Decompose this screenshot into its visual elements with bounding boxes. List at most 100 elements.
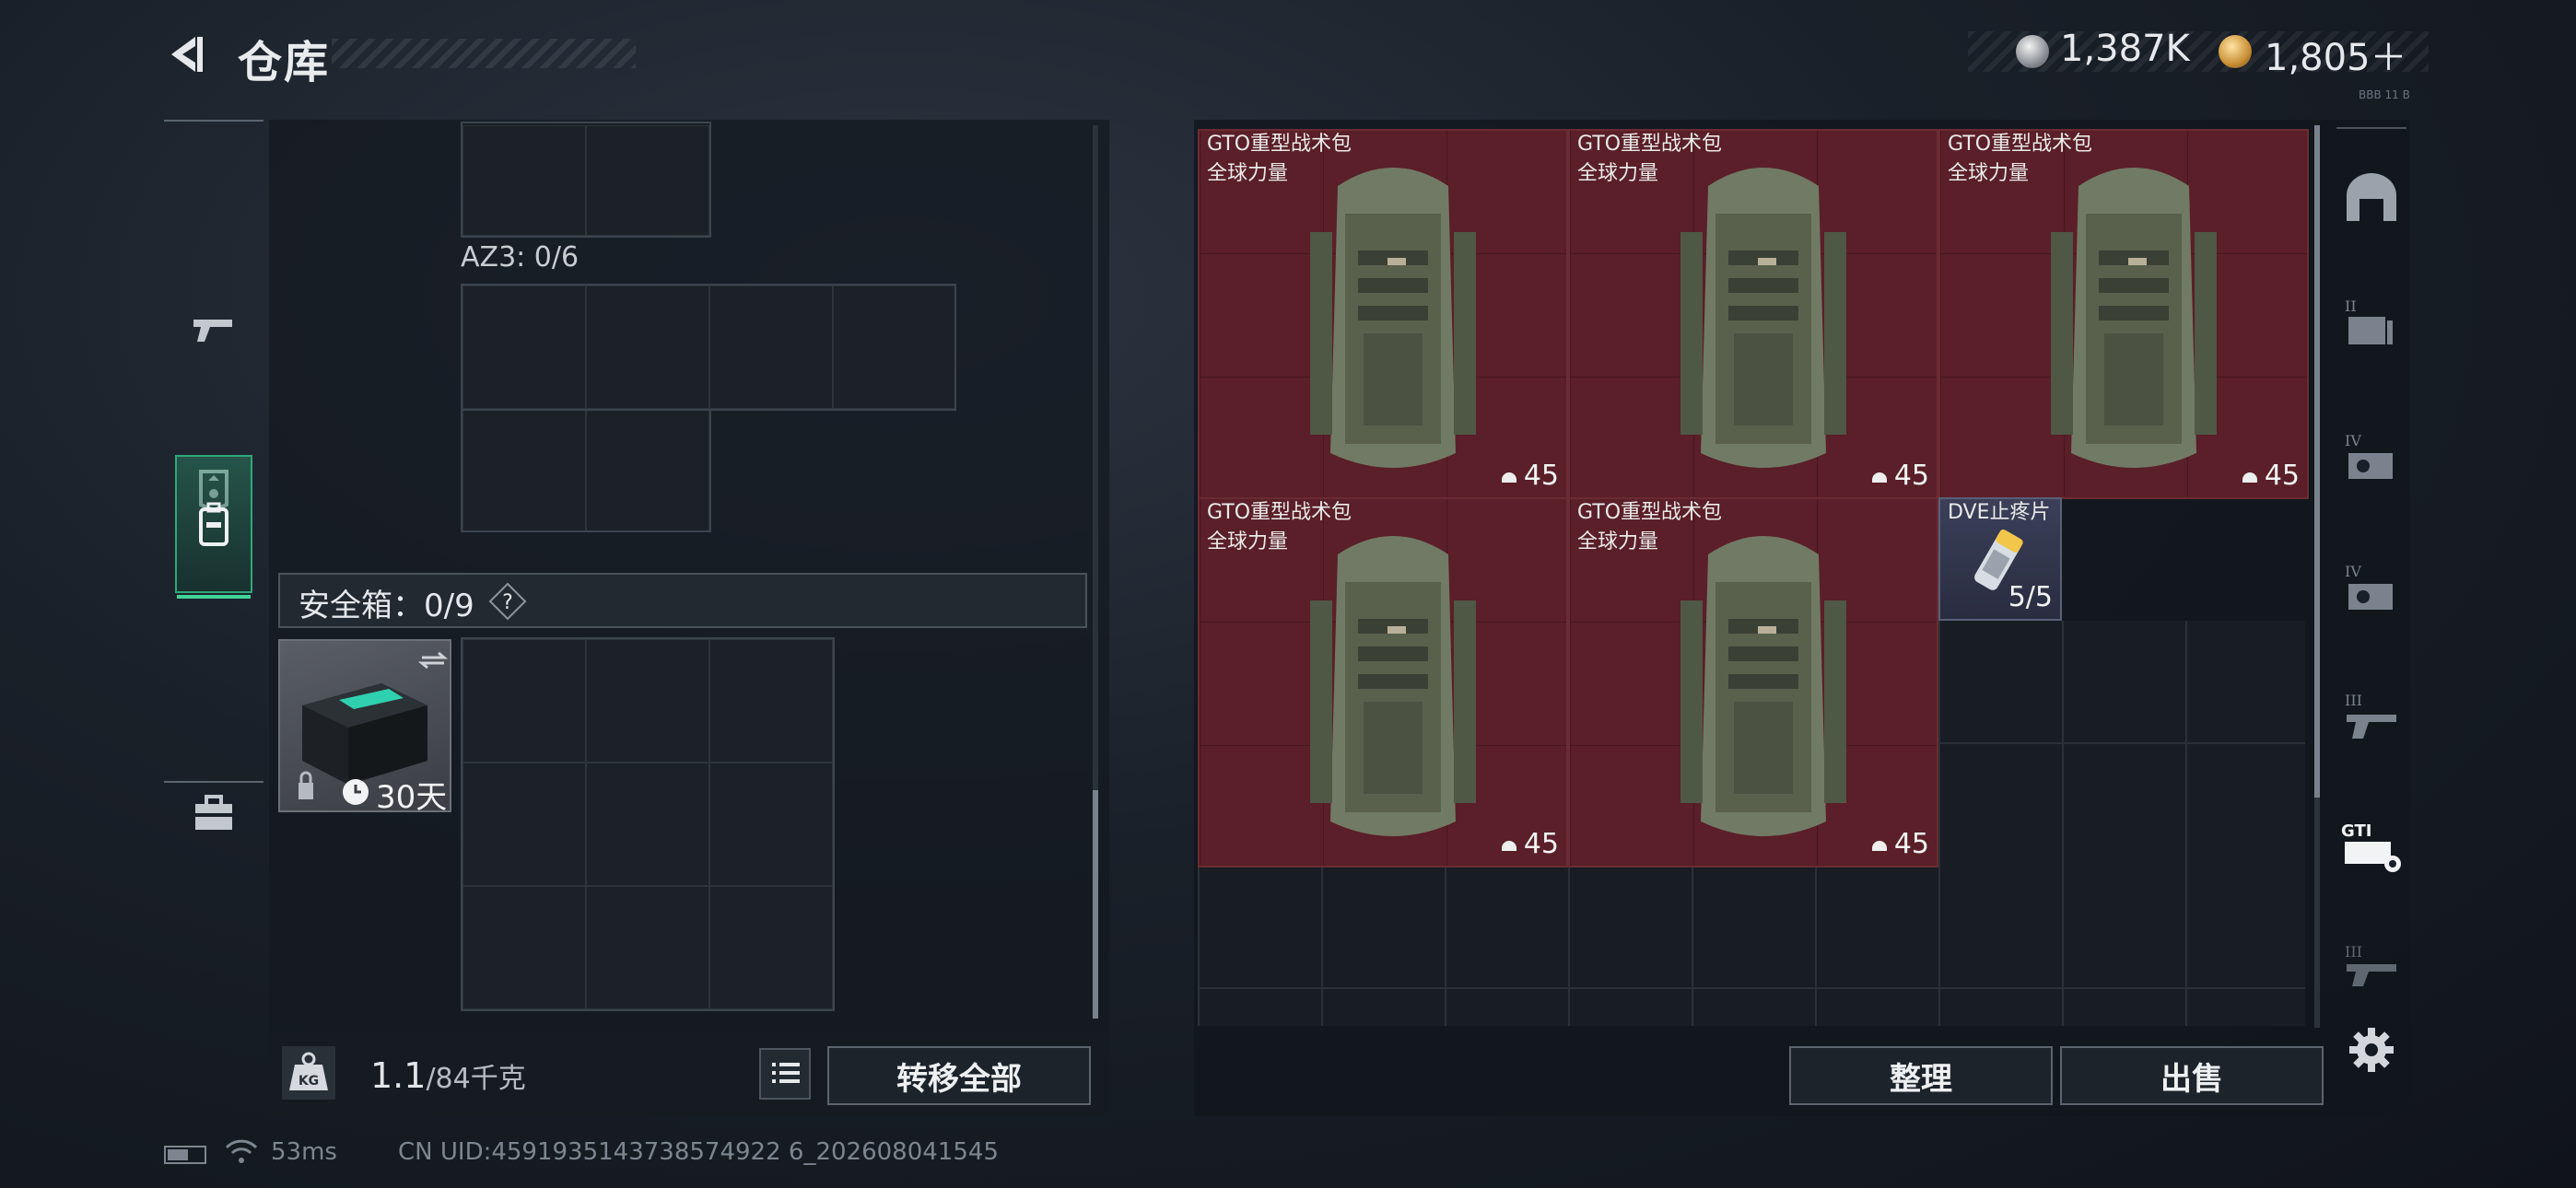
item-count-value: 45 (1523, 460, 1559, 492)
safe-box-label: 安全箱：0/9 (299, 588, 474, 624)
svg-text:III: III (2345, 692, 2362, 709)
az3-label: AZ3: 0/6 (461, 241, 580, 274)
tier-ii-case-icon: II (2345, 297, 2393, 344)
wifi-icon (225, 1139, 258, 1163)
item-count-value: 45 (1893, 828, 1929, 860)
item-name: GTO重型战术包 (1948, 133, 2093, 156)
help-icon[interactable]: ? (488, 582, 527, 621)
az3-slot[interactable] (463, 285, 586, 409)
az3-slot[interactable] (833, 285, 956, 409)
ping-text: 53ms (271, 1138, 337, 1166)
backpack-image (1680, 536, 1846, 836)
svg-text:II: II (2345, 297, 2357, 315)
grid-slot[interactable] (463, 125, 586, 236)
tab-tier-iii-a[interactable]: III (2336, 683, 2406, 753)
safe-slot[interactable] (586, 639, 709, 763)
transfer-all-button[interactable]: 转移全部 (827, 1046, 1091, 1105)
safe-slot[interactable] (463, 639, 586, 763)
tab-vault[interactable] (2336, 162, 2406, 232)
az3-slot[interactable] (586, 285, 709, 409)
tab-rail-edge (2336, 127, 2406, 129)
safe-slot[interactable] (586, 886, 709, 1009)
item-durability: 45 (1500, 460, 1559, 492)
tab-gti[interactable]: GTI (2336, 812, 2406, 882)
left-scroll-thumb[interactable] (1093, 790, 1098, 1019)
tier-iii-gun-icon: III (2345, 692, 2396, 739)
item-durability: 45 (1500, 828, 1559, 860)
item-name: GTO重型战术包 (1207, 133, 1352, 156)
weight-icon: KG (282, 1046, 335, 1100)
category-rail (164, 120, 263, 830)
rail-item-backpack[interactable] (175, 455, 252, 599)
list-view-button[interactable] (759, 1048, 811, 1100)
stash-tab-rail: II IV IV III GTI III (2329, 120, 2410, 1041)
tab-tier-iv-a[interactable]: IV (2336, 424, 2406, 494)
weight-max: /84千克 (426, 1063, 526, 1095)
backpack-item[interactable]: GTO重型战术包 全球力量 45 (1198, 129, 1568, 499)
gold-amount[interactable]: 1,805＋ (2265, 28, 2407, 81)
backpack-item[interactable]: GTO重型战术包 全球力量 45 (1198, 497, 1568, 868)
svg-text:KG: KG (299, 1074, 319, 1089)
silver-coin-icon (2016, 35, 2049, 68)
backpack-icon (199, 502, 228, 546)
item-count-value: 45 (1523, 828, 1559, 860)
safe-slot[interactable] (586, 763, 709, 886)
sell-button[interactable]: 出售 (2060, 1046, 2324, 1105)
stash-empty-grid-2 (1938, 621, 2305, 866)
safe-slot[interactable] (463, 886, 586, 1009)
safe-slot[interactable] (463, 763, 586, 886)
item-brand: 全球力量 (1207, 530, 1289, 553)
grid-slot[interactable] (586, 125, 709, 236)
tab-tier-iii-b[interactable]: III (2336, 930, 2406, 1000)
backpack-image (2051, 168, 2217, 468)
item-durability: 45 (1870, 828, 1929, 860)
svg-text:IV: IV (2345, 432, 2361, 449)
backpack-item[interactable]: GTO重型战术包 全球力量 45 (1568, 129, 1938, 499)
helmet-icon (1871, 472, 1887, 483)
build-code: BBB 11 B (2359, 88, 2410, 101)
helmet-icon (1501, 840, 1516, 851)
item-brand: 全球力量 (1207, 162, 1289, 185)
backpack-item[interactable]: GTO重型战术包 全球力量 45 (1568, 497, 1938, 868)
safe-slot[interactable] (709, 763, 833, 886)
silver-amount[interactable]: 1,387K (2060, 28, 2190, 70)
helmet-icon (1501, 472, 1516, 483)
case-days-remaining: 30天 (376, 779, 448, 816)
page-title: 仓库 (238, 37, 331, 88)
tier-iv-armor-icon-2: IV (2345, 563, 2393, 610)
svg-text:IV: IV (2345, 563, 2361, 580)
back-arrow-icon[interactable] (164, 31, 210, 77)
helmet-icon (1871, 840, 1887, 851)
az3-slot[interactable] (586, 409, 709, 532)
az3-slot[interactable] (463, 409, 586, 532)
item-name: GTO重型战术包 (1577, 501, 1723, 524)
pistol-icon (193, 320, 232, 342)
svg-text:III: III (2345, 943, 2362, 961)
rail-item-medkit[interactable] (175, 744, 252, 882)
tab-tier-iv-b[interactable]: IV (2336, 554, 2406, 624)
gear-icon[interactable] (2346, 1024, 2397, 1076)
title-stripe (332, 39, 636, 68)
tab-tier-ii[interactable]: II (2336, 289, 2406, 359)
gti-case-icon: GTI (2341, 821, 2401, 872)
safe-slot[interactable] (709, 886, 833, 1009)
rail-edge-bottom (164, 781, 263, 783)
pill-item[interactable]: DVE止疼片 5/5 (1938, 497, 2062, 621)
sort-button[interactable]: 整理 (1789, 1046, 2053, 1105)
svg-text:GTI: GTI (2341, 821, 2371, 841)
uid-text: CN UID:4591935143738574922 6_20260804154… (398, 1138, 999, 1166)
right-scroll-thumb[interactable] (2314, 125, 2320, 798)
safe-slot[interactable] (709, 639, 833, 763)
weight-value: 1.1 (370, 1055, 427, 1096)
item-count-value: 45 (2264, 460, 2300, 492)
backpack-item[interactable]: GTO重型战术包 全球力量 45 (1938, 129, 2309, 499)
backpack-image (1310, 168, 1476, 468)
rail-item-weapon[interactable] (175, 260, 252, 398)
stash-empty-grid (1198, 866, 2305, 1026)
item-name: GTO重型战术包 (1577, 133, 1723, 156)
help-glyph: ? (502, 591, 513, 614)
battery-icon (164, 1146, 206, 1164)
az3-slot[interactable] (709, 285, 833, 409)
item-brand: 全球力量 (1577, 162, 1659, 185)
item-name: GTO重型战术包 (1207, 501, 1352, 524)
